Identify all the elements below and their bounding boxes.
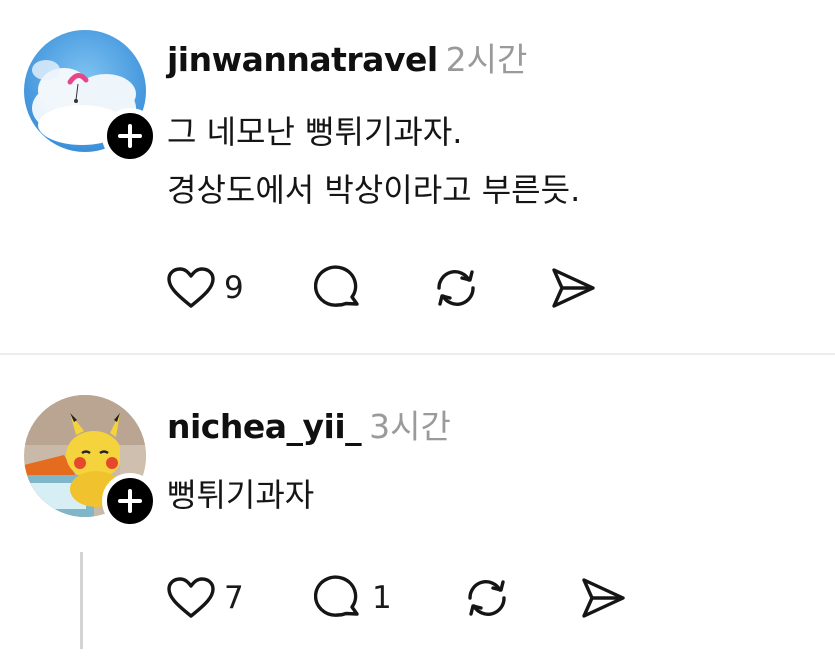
comment-icon bbox=[314, 575, 359, 617]
username[interactable]: jinwannatravel bbox=[167, 40, 438, 79]
plus-icon bbox=[118, 489, 142, 513]
share-button[interactable] bbox=[578, 574, 628, 622]
share-button[interactable] bbox=[548, 264, 598, 312]
post-2: nichea_yii_ 3시간 뻥튀기과자 7 1 bbox=[0, 355, 835, 659]
avatar-container bbox=[24, 395, 158, 529]
reply-count: 1 bbox=[372, 580, 392, 616]
like-button[interactable]: 7 bbox=[166, 576, 244, 620]
comment-icon bbox=[314, 265, 359, 307]
repost-icon bbox=[468, 580, 506, 616]
avatar-container bbox=[24, 30, 158, 164]
like-button[interactable]: 9 bbox=[166, 266, 244, 310]
post-header: nichea_yii_ 3시간 bbox=[167, 407, 451, 447]
repost-button[interactable] bbox=[431, 264, 481, 312]
post-text-line: 경상도에서 박상이라고 부른듯. bbox=[167, 171, 581, 209]
timestamp: 2시간 bbox=[445, 40, 528, 79]
heart-icon bbox=[167, 267, 215, 308]
like-count: 7 bbox=[224, 580, 244, 616]
reply-button[interactable] bbox=[314, 264, 372, 312]
post-1: jinwannatravel 2시간 그 네모난 뻥튀기과자. 경상도에서 박상이… bbox=[0, 0, 835, 353]
post-header: jinwannatravel 2시간 bbox=[167, 40, 527, 80]
post-text-line: 뻥튀기과자 bbox=[167, 476, 315, 514]
repost-icon bbox=[437, 270, 475, 306]
thread-line bbox=[80, 552, 83, 649]
timestamp: 3시간 bbox=[369, 407, 451, 446]
post-text-line: 그 네모난 뻥튀기과자. bbox=[167, 113, 463, 151]
follow-button[interactable] bbox=[102, 108, 158, 164]
heart-icon bbox=[167, 577, 215, 618]
repost-button[interactable] bbox=[462, 574, 512, 622]
follow-button[interactable] bbox=[102, 473, 158, 529]
send-icon bbox=[552, 268, 595, 308]
like-count: 9 bbox=[224, 270, 244, 306]
plus-icon bbox=[118, 124, 142, 148]
send-icon bbox=[582, 578, 625, 618]
reply-button[interactable]: 1 bbox=[314, 574, 392, 622]
username[interactable]: nichea_yii_ bbox=[167, 407, 362, 446]
